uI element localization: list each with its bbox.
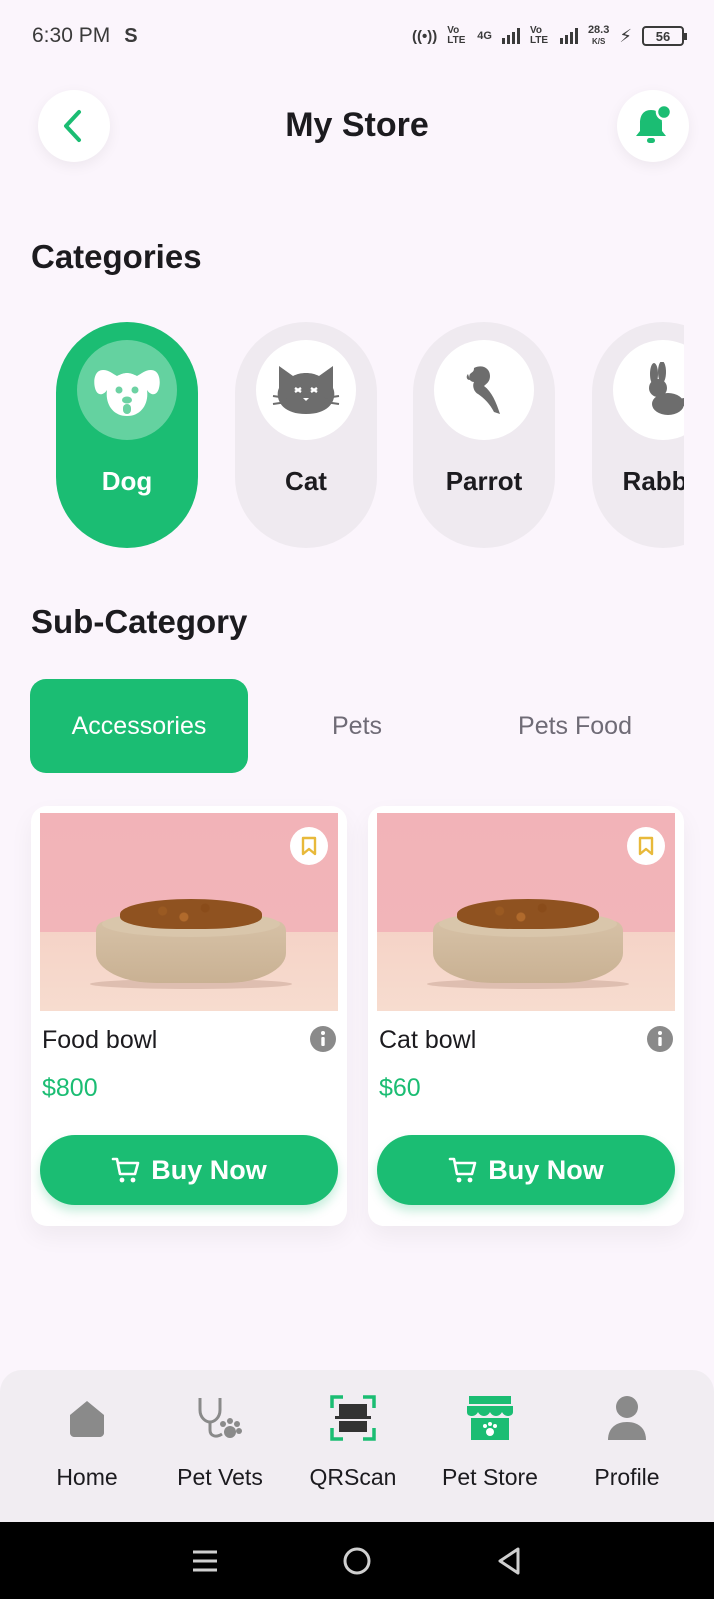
sub-category-tabs: Accessories Pets Pets Food (30, 679, 684, 773)
nav-pet-vets[interactable]: Pet Vets (150, 1390, 290, 1491)
rabbit-icon-wrap (613, 340, 684, 440)
product-price: $60 (379, 1074, 421, 1102)
product-image (40, 813, 338, 1011)
categories-title: Categories (31, 238, 202, 275)
buy-now-label: Buy Now (151, 1154, 267, 1185)
speed-unit: K/S (591, 37, 606, 46)
home-icon (70, 1401, 104, 1437)
category-rabbit-label: Rabbit (622, 466, 684, 496)
nav-pet-store-label: Pet Store (442, 1464, 538, 1490)
sim-s-icon: S (124, 24, 138, 47)
back-triangle-icon[interactable] (494, 1545, 524, 1577)
category-dog-label: Dog (101, 466, 153, 496)
cat-icon (272, 366, 340, 414)
nav-home-label: Home (56, 1464, 118, 1490)
product-name: Cat bowl (379, 1026, 477, 1054)
hotspot-icon: ((•)) (412, 27, 438, 45)
bookmark-button[interactable] (627, 827, 665, 865)
product-card[interactable]: Cat bowl $60 Buy Now (368, 806, 684, 1226)
product-price: $800 (42, 1074, 98, 1102)
nav-profile[interactable]: Profile (557, 1390, 697, 1491)
category-rabbit[interactable]: Rabbit (592, 322, 684, 548)
rabbit-icon (649, 362, 684, 415)
dog-icon-wrap (77, 340, 177, 440)
nav-qr-scan-label: QRScan (309, 1464, 397, 1490)
status-time: 6:30 PM (32, 24, 111, 47)
cart-icon (111, 1157, 140, 1183)
system-navigation-bar (0, 1522, 714, 1599)
nav-home[interactable]: Home (17, 1390, 157, 1491)
battery-level: 56 (655, 28, 671, 44)
category-dog[interactable]: Dog (56, 322, 198, 548)
category-cat-label: Cat (285, 466, 327, 496)
tab-pets-food[interactable]: Pets Food (466, 679, 684, 773)
cart-icon (448, 1157, 477, 1183)
bookmark-button[interactable] (290, 827, 328, 865)
product-name: Food bowl (42, 1026, 158, 1054)
cat-icon-wrap (256, 340, 356, 440)
product-image (377, 813, 675, 1011)
profile-icon (608, 1396, 646, 1440)
signal-1-icon (501, 28, 520, 44)
tab-accessories[interactable]: Accessories (30, 679, 248, 773)
signal-2-icon (559, 28, 578, 44)
bookmark-icon (301, 836, 317, 856)
nav-profile-label: Profile (594, 1464, 660, 1490)
buy-now-button[interactable]: Buy Now (40, 1135, 338, 1205)
nav-qr-scan[interactable]: QRScan (283, 1390, 423, 1491)
app-header: My Store (0, 88, 714, 168)
network-type-label: 4G (477, 30, 492, 42)
store-icon (467, 1396, 513, 1440)
buy-now-label: Buy Now (488, 1154, 604, 1185)
stethoscope-icon (198, 1398, 242, 1438)
qr-scan-icon (330, 1395, 376, 1441)
bottom-navigation: Home Pet Vets QRScan Pet Store Profile (0, 1370, 714, 1522)
network-2-label: Vo LTE (529, 25, 549, 46)
buy-now-button[interactable]: Buy Now (377, 1135, 675, 1205)
sub-category-title: Sub-Category (31, 603, 248, 640)
info-icon[interactable] (646, 1025, 674, 1053)
speed-value: 28.3 (587, 24, 610, 36)
recent-apps-icon[interactable] (190, 1547, 220, 1575)
parrot-icon (466, 366, 500, 414)
nav-pet-store[interactable]: Pet Store (420, 1390, 560, 1491)
categories-list: Dog Cat Parrot Rabb (0, 320, 684, 552)
page-title: My Store (285, 106, 429, 144)
network-1-label: Vo LTE (447, 25, 466, 46)
category-parrot[interactable]: Parrot (413, 322, 555, 548)
product-card[interactable]: Food bowl $800 Buy Now (31, 806, 347, 1226)
parrot-icon-wrap (434, 340, 534, 440)
category-cat[interactable]: Cat (235, 322, 377, 548)
category-parrot-label: Parrot (445, 466, 523, 496)
notification-button[interactable] (617, 90, 689, 162)
nav-pet-vets-label: Pet Vets (177, 1464, 263, 1490)
bookmark-icon (638, 836, 654, 856)
notification-bell-icon (636, 104, 673, 143)
home-circle-icon[interactable] (341, 1545, 373, 1577)
status-bar: 6:30 PM S ((•)) Vo LTE 4G Vo LTE 28.3 K/… (0, 0, 714, 72)
battery-icon: 56 (642, 26, 687, 46)
tab-pets[interactable]: Pets (248, 679, 466, 773)
dog-icon (94, 370, 160, 416)
info-icon[interactable] (309, 1025, 337, 1053)
charging-icon: ⚡ (619, 25, 632, 46)
network-speed: 28.3 K/S (588, 25, 609, 47)
